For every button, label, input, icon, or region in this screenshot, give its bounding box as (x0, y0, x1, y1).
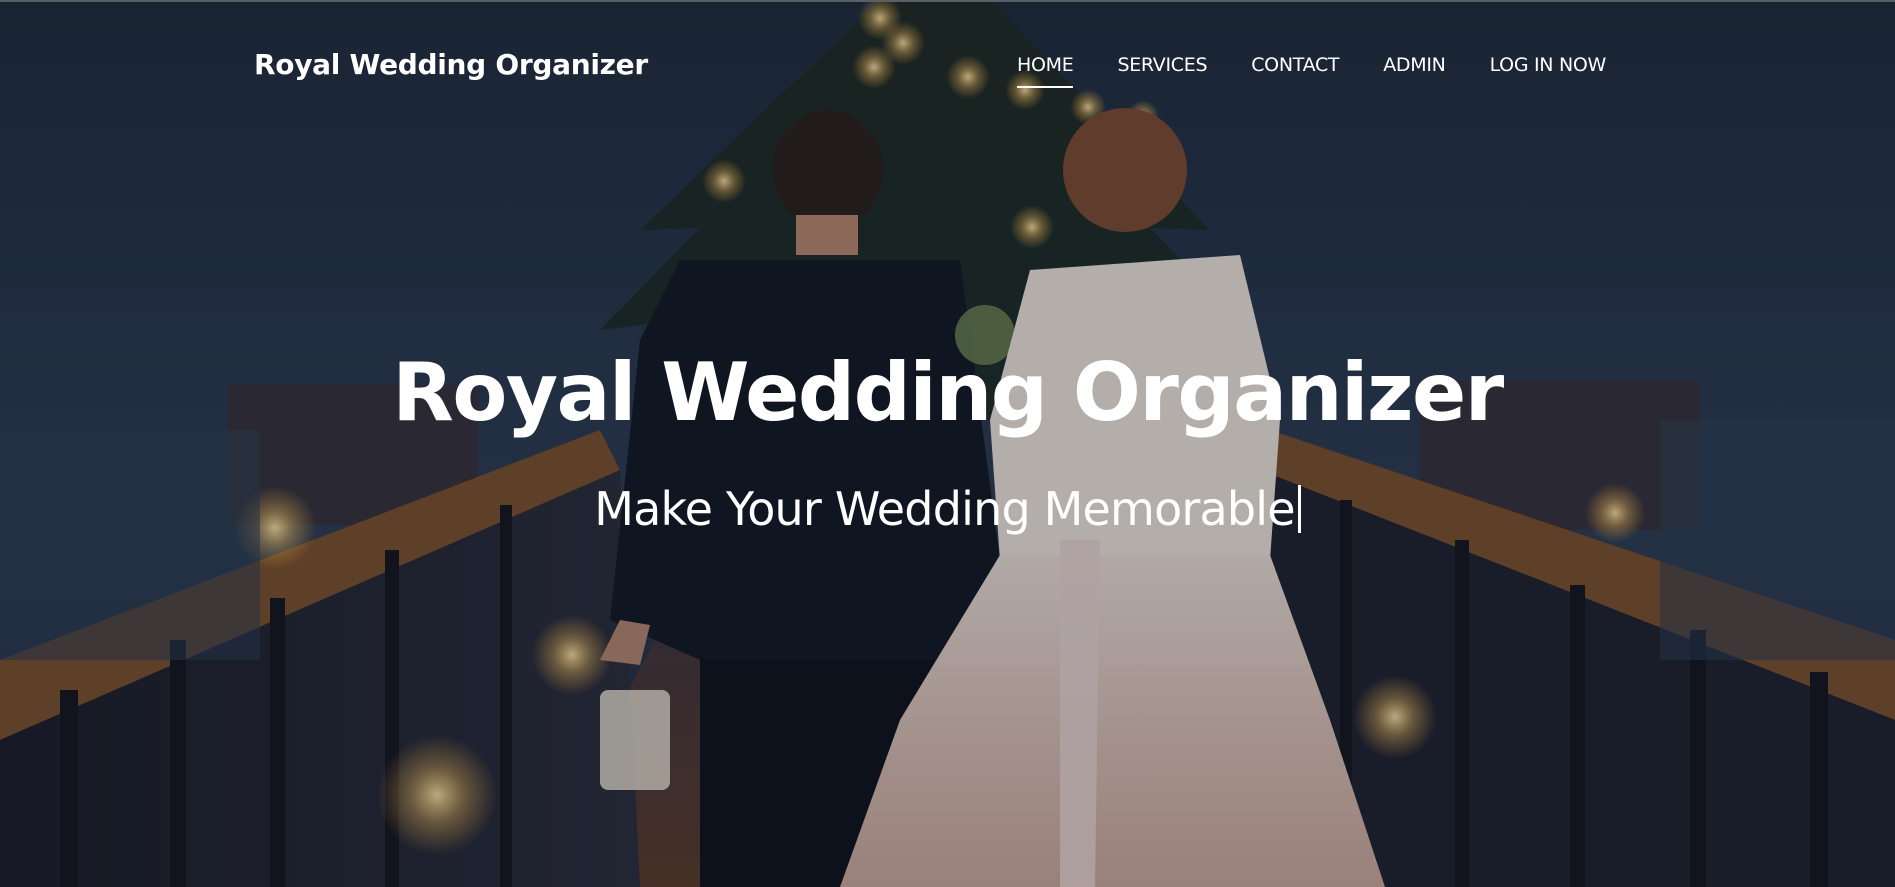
brand-logo-link[interactable]: Royal Wedding Organizer (254, 48, 648, 81)
nav-home[interactable]: HOME (1017, 54, 1074, 88)
hero-subtitle: Make Your Wedding Memorable (0, 482, 1895, 536)
nav-contact[interactable]: CONTACT (1251, 54, 1339, 76)
hero-title: Royal Wedding Organizer (392, 346, 1504, 439)
hero-subtitle-text: Make Your Wedding Memorable (594, 482, 1295, 536)
hero-dark-overlay (0, 0, 1895, 887)
nav-services[interactable]: SERVICES (1117, 54, 1207, 76)
typing-cursor (1297, 485, 1301, 533)
nav-log-in-now[interactable]: LOG IN NOW (1490, 54, 1607, 76)
hero-section: Royal Wedding Organizer HOME SERVICES CO… (0, 0, 1895, 887)
main-nav: HOME SERVICES CONTACT ADMIN LOG IN NOW (1017, 54, 1607, 88)
window-top-border (0, 0, 1895, 2)
nav-admin[interactable]: ADMIN (1383, 54, 1446, 76)
